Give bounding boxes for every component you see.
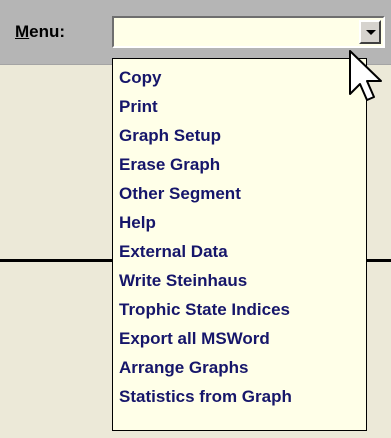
menu-toolbar: Menu: [0,0,391,65]
combobox-dropdown-button[interactable] [359,20,381,44]
menu-item-graph-setup[interactable]: Graph Setup [119,121,366,150]
menu-item-arrange-graphs[interactable]: Arrange Graphs [119,353,366,382]
menu-item-write-steinhaus[interactable]: Write Steinhaus [119,266,366,295]
menu-item-statistics-from-graph[interactable]: Statistics from Graph [119,382,366,411]
chevron-down-icon [366,30,376,35]
menu-dropdown-list[interactable]: Copy Print Graph Setup Erase Graph Other… [112,58,367,431]
menu-label-text: enu: [29,22,66,41]
menu-item-erase-graph[interactable]: Erase Graph [119,150,366,179]
menu-item-copy[interactable]: Copy [119,63,366,92]
menu-item-external-data[interactable]: External Data [119,237,366,266]
mouse-pointer-icon [349,50,382,101]
menu-item-trophic-state-indices[interactable]: Trophic State Indices [119,295,366,324]
menu-combobox[interactable] [112,16,385,48]
menu-item-other-segment[interactable]: Other Segment [119,179,366,208]
menu-item-print[interactable]: Print [119,92,366,121]
menu-label-accelerator: M [15,22,30,41]
menu-item-help[interactable]: Help [119,208,366,237]
menu-label: Menu: [15,22,65,42]
menu-item-export-all-msword[interactable]: Export all MSWord [119,324,366,353]
